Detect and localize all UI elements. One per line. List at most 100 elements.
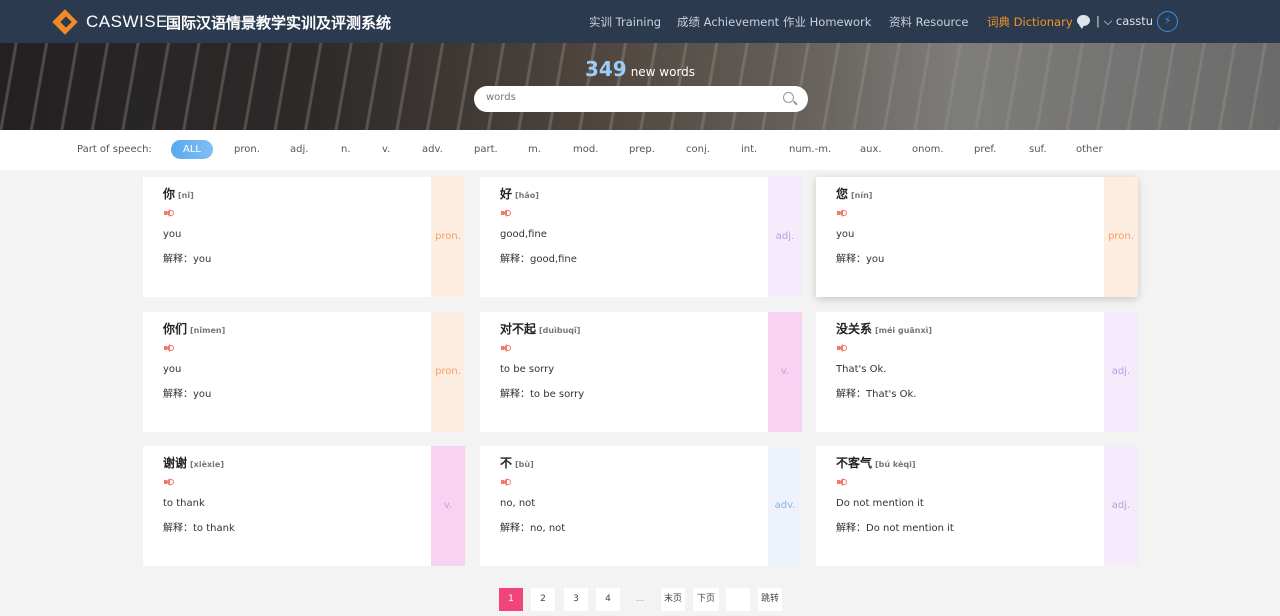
pos-filter-label: Part of speech: [77,144,152,155]
speaker-icon[interactable] [164,478,174,486]
pos-tag: adj. [768,177,802,297]
word-card[interactable]: 你 [nǐ] you 解释：you pron. [143,177,465,297]
page-jump-input[interactable] [726,588,750,611]
word-count-label: new words [630,65,696,79]
pos-option-onom[interactable]: onom. [912,144,944,155]
page-button-3[interactable]: 3 [564,588,588,611]
pos-option-n[interactable]: n. [341,144,351,155]
word-pinyin: [xièxie] [190,460,224,469]
word-title: 不客气 [bú kèqi] [836,454,916,471]
word-explanation: 解释：good,fine [500,254,577,265]
pos-tag: pron. [431,177,465,297]
word-meaning: no, not [500,498,536,509]
word-explanation: 解释：Do not mention it [836,523,954,534]
pos-option-other[interactable]: other [1076,144,1103,155]
word-hanzi: 没关系 [836,322,873,336]
word-meaning: you [163,364,182,375]
word-card[interactable]: 您 [nín] you 解释：you pron. [816,177,1138,297]
page-button-2[interactable]: 2 [531,588,555,611]
pos-option-pref[interactable]: pref. [974,144,996,155]
user-menu[interactable]: | ⌵ casstu [1096,14,1153,29]
word-explanation: 解释：That's Ok. [836,389,917,400]
speaker-icon[interactable] [501,209,511,217]
pos-option-m[interactable]: m. [528,144,541,155]
menu-resource[interactable]: 资料 Resource [889,14,968,30]
pos-option-adv[interactable]: adv. [422,144,443,155]
search-input[interactable] [486,92,776,103]
word-card[interactable]: 谢谢 [xièxie] to thank 解释：to thank v. [143,446,465,566]
pos-option-adj[interactable]: adj. [290,144,308,155]
word-card[interactable]: 没关系 [méi guānxì] That's Ok. 解释：That's Ok.… [816,312,1138,432]
word-title: 对不起 [duìbuqǐ] [500,320,580,337]
speaker-icon[interactable] [501,478,511,486]
word-explanation: 解释：to thank [163,523,235,534]
menu-achievement[interactable]: 成绩 Achievement [677,14,779,30]
word-pinyin: [bú kèqi] [875,460,916,469]
word-card[interactable]: 你们 [nǐmen] you 解释：you pron. [143,312,465,432]
chat-icon[interactable] [1077,15,1090,29]
word-pinyin: [méi guānxì] [875,326,933,335]
page-button-4[interactable]: 4 [596,588,620,611]
top-nav: CASWISE 国际汉语情景教学实训及评测系统 实训 Training 成绩 A… [0,0,1280,43]
logo-diamond-icon [52,9,82,35]
word-pinyin: [hǎo] [515,191,539,200]
pos-option-conj[interactable]: conj. [686,144,710,155]
word-count: 349 new words [0,57,1280,81]
word-hanzi: 对不起 [500,322,537,336]
speaker-icon[interactable] [164,209,174,217]
pos-option-part[interactable]: part. [474,144,498,155]
pos-tag: v. [768,312,802,432]
pos-tag: adj. [1104,446,1138,566]
word-hanzi: 谢谢 [163,456,188,470]
system-title: 国际汉语情景教学实训及评测系统 [166,14,392,32]
word-explanation: 解释：you [163,389,212,400]
word-meaning: to be sorry [500,364,555,375]
speaker-icon[interactable] [837,478,847,486]
last-page-button[interactable]: 末页 [661,588,685,611]
word-card[interactable]: 好 [hǎo] good,fine 解释：good,fine adj. [480,177,802,297]
lightning-badge-icon[interactable]: ⚡ [1157,11,1178,32]
page-button-1[interactable]: 1 [499,588,523,611]
jump-button[interactable]: 跳转 [758,588,782,611]
pos-tag: pron. [1104,177,1138,297]
word-meaning: you [163,229,182,240]
word-explanation: 解释：you [163,254,212,265]
speaker-icon[interactable] [837,209,847,217]
menu-homework[interactable]: 作业 Homework [783,14,871,30]
pos-option-mod[interactable]: mod. [573,144,598,155]
pos-option-prep[interactable]: prep. [629,144,655,155]
word-title: 没关系 [méi guānxì] [836,320,932,337]
word-pinyin: [bù] [515,460,534,469]
word-title: 你们 [nǐmen] [163,320,225,337]
pos-option-num-m[interactable]: num.-m. [789,144,831,155]
word-meaning: That's Ok. [836,364,887,375]
word-explanation: 解释：to be sorry [500,389,585,400]
search-icon[interactable] [783,92,794,103]
speaker-icon[interactable] [164,344,174,352]
word-hanzi: 不客气 [836,456,873,470]
next-page-button[interactable]: 下页 [693,588,719,611]
word-card[interactable]: 不 [bù] no, not 解释：no, not adv. [480,446,802,566]
part-of-speech-filter: Part of speech: ALL pron. adj. n. v. adv… [0,130,1280,170]
word-title: 不 [bù] [500,454,534,471]
caswise-logo[interactable]: CASWISE [52,9,168,35]
speaker-icon[interactable] [837,344,847,352]
word-hanzi: 不 [500,456,513,470]
pos-option-aux[interactable]: aux. [860,144,882,155]
word-title: 好 [hǎo] [500,185,539,202]
pos-option-int[interactable]: int. [741,144,757,155]
menu-training[interactable]: 实训 Training [589,14,661,30]
word-hanzi: 你 [163,187,176,201]
pos-option-v[interactable]: v. [382,144,390,155]
word-hanzi: 好 [500,187,513,201]
speaker-icon[interactable] [501,344,511,352]
pos-option-all[interactable]: ALL [171,140,213,159]
word-card[interactable]: 对不起 [duìbuqǐ] to be sorry 解释：to be sorry … [480,312,802,432]
pos-option-suf[interactable]: suf. [1029,144,1047,155]
word-pinyin: [duìbuqǐ] [539,326,581,335]
logo-text: CASWISE [86,12,168,31]
word-title: 你 [nǐ] [163,185,194,202]
word-card[interactable]: 不客气 [bú kèqi] Do not mention it 解释：Do not… [816,446,1138,566]
menu-dictionary[interactable]: 词典 Dictionary [987,14,1073,30]
pos-option-pron[interactable]: pron. [234,144,260,155]
